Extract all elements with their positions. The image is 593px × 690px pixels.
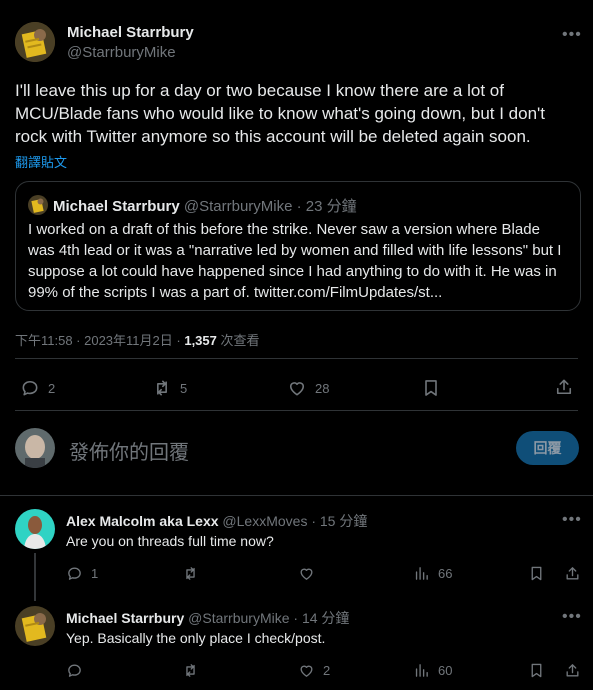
views-label: 次查看 xyxy=(220,333,260,348)
reply-icon xyxy=(68,664,81,677)
reply-icon xyxy=(68,567,81,580)
reply-text: Are you on threads full time now? xyxy=(66,533,274,549)
reply-author-name[interactable]: Michael Starrbury xyxy=(66,610,184,626)
current-user-avatar[interactable] xyxy=(15,428,55,468)
quote-tweet-card[interactable]: Michael Starrbury @StarrburyMike · 23 分鐘… xyxy=(15,181,581,311)
analytics-icon xyxy=(415,664,428,677)
retweet-icon xyxy=(186,567,195,580)
reply-author-avatar[interactable] xyxy=(15,606,55,646)
retweet-action[interactable] xyxy=(182,662,199,679)
reply-action[interactable]: 1 xyxy=(66,565,98,582)
tweet-text: I'll leave this up for a day or two beca… xyxy=(15,81,546,146)
tweet-meta: 下午11:58 · 2023年11月2日 · 1,357 次查看 xyxy=(15,330,260,349)
reply-count: 2 xyxy=(48,380,56,396)
reply-icon xyxy=(22,380,38,396)
author-handle[interactable]: @StarrburyMike xyxy=(67,44,176,61)
reply-handle-time[interactable]: @StarrburyMike · 14 分鐘 xyxy=(188,610,349,626)
analytics-icon xyxy=(415,567,428,580)
like-count: 2 xyxy=(323,663,331,678)
reply-action[interactable] xyxy=(66,662,83,679)
like-action[interactable]: 28 xyxy=(287,378,329,398)
timestamp[interactable]: 下午11:58 · 2023年11月2日 · xyxy=(15,333,181,348)
retweet-count: 5 xyxy=(180,380,188,396)
bookmark-action[interactable] xyxy=(528,662,545,679)
views-count: 60 xyxy=(438,663,453,678)
views-count: 66 xyxy=(438,566,453,581)
like-action[interactable]: 2 xyxy=(298,662,330,679)
like-action[interactable] xyxy=(298,565,315,582)
share-icon xyxy=(556,379,572,395)
bookmark-icon xyxy=(425,380,437,396)
reply-input[interactable]: 發佈你的回覆 xyxy=(69,436,489,465)
reply-text: Yep. Basically the only place I check/po… xyxy=(66,630,326,646)
share-icon xyxy=(566,664,579,677)
bookmark-icon xyxy=(531,566,542,581)
translate-link[interactable]: 翻譯貼文 xyxy=(15,152,67,171)
reply-action[interactable]: 2 xyxy=(20,378,55,398)
quote-author-avatar xyxy=(28,195,48,215)
more-options-icon[interactable]: ••• xyxy=(562,511,582,529)
share-action[interactable] xyxy=(554,377,574,397)
bookmark-action[interactable] xyxy=(528,565,545,582)
divider xyxy=(15,358,578,359)
reply-button[interactable]: 回覆 xyxy=(516,431,579,465)
more-options-icon[interactable]: ••• xyxy=(562,608,582,626)
heart-icon xyxy=(300,568,313,580)
more-options-icon[interactable]: ••• xyxy=(562,26,582,44)
heart-icon xyxy=(300,665,313,677)
share-action[interactable] xyxy=(564,662,581,679)
retweet-icon xyxy=(186,664,195,677)
bookmark-icon xyxy=(531,663,542,678)
bookmark-action[interactable] xyxy=(421,378,441,398)
views-action[interactable]: 66 xyxy=(413,565,452,582)
retweet-action[interactable]: 5 xyxy=(152,378,187,398)
author-name[interactable]: Michael Starrbury xyxy=(67,24,194,41)
heart-icon xyxy=(289,382,305,396)
author-avatar[interactable] xyxy=(15,22,55,62)
divider xyxy=(15,410,578,411)
reply-author-name[interactable]: Alex Malcolm aka Lexx xyxy=(66,513,219,529)
divider xyxy=(0,495,593,496)
reply-author-avatar[interactable] xyxy=(15,509,55,549)
author-avatar-image xyxy=(15,22,55,62)
quote-author-name: Michael Starrbury xyxy=(53,198,180,215)
quote-text: I worked on a draft of this before the s… xyxy=(28,221,562,301)
like-count: 28 xyxy=(315,380,330,396)
reply-count: 1 xyxy=(91,566,99,581)
retweet-icon xyxy=(157,380,167,396)
views-count: 1,357 xyxy=(184,333,217,348)
views-action[interactable]: 60 xyxy=(413,662,452,679)
quote-handle-time: @StarrburyMike · 23 分鐘 xyxy=(183,198,357,215)
share-icon xyxy=(566,567,579,580)
share-action[interactable] xyxy=(564,565,581,582)
thread-line xyxy=(34,553,36,601)
retweet-action[interactable] xyxy=(182,565,199,582)
reply-handle-time[interactable]: @LexxMoves · 15 分鐘 xyxy=(222,513,367,529)
